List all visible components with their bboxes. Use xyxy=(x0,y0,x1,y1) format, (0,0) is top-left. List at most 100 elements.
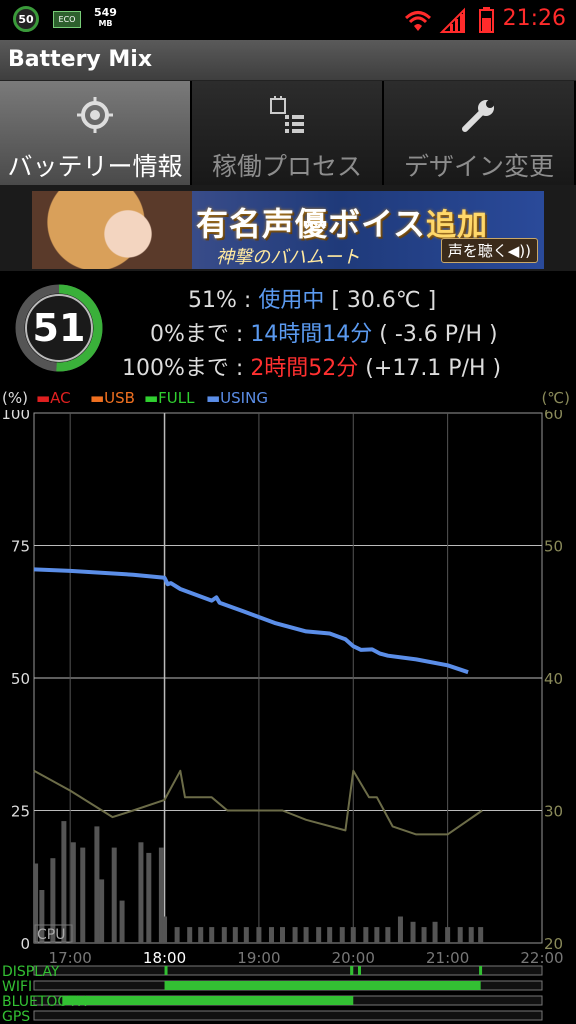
y-right-tick-label: 50 xyxy=(544,538,563,556)
legend-item-usb: ▬USB xyxy=(90,389,135,407)
x-tick-label: 19:00 xyxy=(237,949,280,967)
app-title: Battery Mix xyxy=(8,47,153,72)
cpu-bar xyxy=(119,900,125,943)
timeline-segment xyxy=(164,966,168,975)
ad-banner[interactable]: 有名声優ボイス追加 神撃のバハムート 声を聴く◀)) xyxy=(32,191,544,269)
timeline-track xyxy=(33,1010,543,1021)
legend-item-ac: ▬AC xyxy=(36,389,71,407)
y-left-tick-label: 50 xyxy=(11,670,30,688)
sep: : xyxy=(228,356,251,381)
wifi-icon xyxy=(404,11,432,31)
tab-battery-info[interactable]: バッテリー情報 xyxy=(0,81,192,185)
x-tick-label: 21:00 xyxy=(426,949,469,967)
discharge-rate: ( -3.6 P/H ) xyxy=(372,322,498,347)
cpu-bar xyxy=(445,927,451,943)
battery-history-chart: 0 2025 3050 4075 50100 6017:00 18:00 19:00 20:00… xyxy=(1,410,563,1024)
cpu-bar xyxy=(316,927,322,943)
timeline-label: DISPLAY xyxy=(2,964,60,980)
info-row-to-full: 100%まで : 2時間52分 (+17.1 P/H ) xyxy=(122,350,501,382)
x-tick-label: 22:00 xyxy=(520,949,563,967)
battery-level: 51 xyxy=(32,306,86,350)
ad-area: 有名声優ボイス追加 神撃のバハムート 声を聴く◀)) xyxy=(0,185,576,271)
cpu-bar xyxy=(421,927,427,943)
cpu-bar xyxy=(232,927,238,943)
y-right-tick-label: 30 xyxy=(544,803,563,821)
cpu-bar xyxy=(292,927,298,943)
cpu-bar xyxy=(363,927,369,943)
to-full-time: 2時間52分 xyxy=(250,356,359,381)
cpu-bar xyxy=(162,916,168,943)
cpu-bar xyxy=(174,927,180,943)
legend-item-using: ▬USING xyxy=(206,389,268,407)
cpu-bar xyxy=(94,826,100,943)
cpu-bar xyxy=(397,916,403,943)
banner-subline: 神撃のバハムート xyxy=(216,247,360,268)
timeline-segment xyxy=(164,981,481,990)
x-tick-label: 18:00 xyxy=(143,949,186,967)
process-list-icon xyxy=(270,96,304,133)
target-icon xyxy=(77,97,113,133)
cpu-bar xyxy=(468,927,474,943)
app-title-bar: Battery Mix xyxy=(0,40,576,81)
banner-character-image xyxy=(32,191,192,269)
cpu-bar xyxy=(138,842,144,943)
memory-unit: MB xyxy=(98,19,113,28)
right-axis-unit: (℃) xyxy=(541,389,570,407)
cpu-bar xyxy=(350,927,356,943)
sep: : xyxy=(236,288,259,313)
timeline-segment xyxy=(479,966,483,975)
timeline-label: WIFI xyxy=(2,979,32,995)
cpu-bar xyxy=(146,852,152,943)
cpu-bar xyxy=(432,921,438,943)
cpu-bar xyxy=(374,927,380,943)
tab-processes[interactable]: 稼働プロセス xyxy=(192,81,384,185)
banner-listen-button[interactable]: 声を聴く◀)) xyxy=(440,238,538,263)
banner-headline-main: 有名声優ボイス xyxy=(196,205,427,243)
battery-temp: [ 30.6℃ ] xyxy=(324,288,437,313)
battery-circle-icon: 50 xyxy=(13,6,39,32)
cpu-bar xyxy=(209,927,215,943)
y-left-tick-label: 0 xyxy=(20,935,30,953)
sep: : xyxy=(228,322,251,347)
timeline-segment xyxy=(62,996,354,1005)
timeline-label: GPS xyxy=(2,1009,30,1024)
timeline-track xyxy=(33,965,543,976)
memory-indicator: 549 MB xyxy=(94,7,117,29)
timeline-label: BLUETOOTH xyxy=(2,994,87,1010)
info-row-status: 51% : 使用中 [ 30.6℃ ] xyxy=(188,282,436,314)
tab-label: バッテリー情報 xyxy=(7,152,183,181)
timeline-segment xyxy=(357,966,361,975)
x-tick-label: 20:00 xyxy=(332,949,375,967)
cpu-bar xyxy=(410,921,416,943)
y-left-tick-label: 25 xyxy=(11,803,30,821)
battery-percent: 51% xyxy=(188,288,237,313)
y-left-tick-label: 100 xyxy=(1,410,30,423)
battery-gauge: 51 xyxy=(14,283,104,373)
charge-rate: (+17.1 P/H ) xyxy=(358,356,502,381)
cpu-label: CPU xyxy=(37,927,65,943)
left-axis-unit: (%) xyxy=(2,389,28,407)
y-right-tick-label: 40 xyxy=(544,670,563,688)
cpu-bar xyxy=(279,927,285,943)
status-bar: 50 ECO 549 MB 21:26 xyxy=(0,0,576,40)
status-icons xyxy=(404,7,494,33)
to-empty-time: 14時間14分 xyxy=(250,322,373,347)
tab-label: デザイン変更 xyxy=(403,152,554,181)
eco-badge: ECO xyxy=(53,11,81,28)
tab-design[interactable]: デザイン変更 xyxy=(384,81,576,185)
cpu-bar xyxy=(457,927,463,943)
cpu-bar xyxy=(385,927,391,943)
cpu-bar xyxy=(243,927,249,943)
y-right-tick-label: 60 xyxy=(544,410,563,423)
cpu-bar xyxy=(339,927,345,943)
tab-bar: バッテリー情報 稼働プロセス デザイン変更 xyxy=(0,81,576,185)
cpu-bar xyxy=(187,927,193,943)
tab-label: 稼働プロセス xyxy=(211,152,362,181)
cpu-bar xyxy=(268,927,274,943)
cpu-bar xyxy=(80,847,86,943)
info-row-to-empty: 0%まで : 14時間14分 ( -3.6 P/H ) xyxy=(150,316,498,348)
cpu-bar xyxy=(99,879,105,943)
cpu-bar xyxy=(478,927,484,943)
legend-item-full: ▬FULL xyxy=(144,389,195,407)
clock: 21:26 xyxy=(502,6,566,31)
